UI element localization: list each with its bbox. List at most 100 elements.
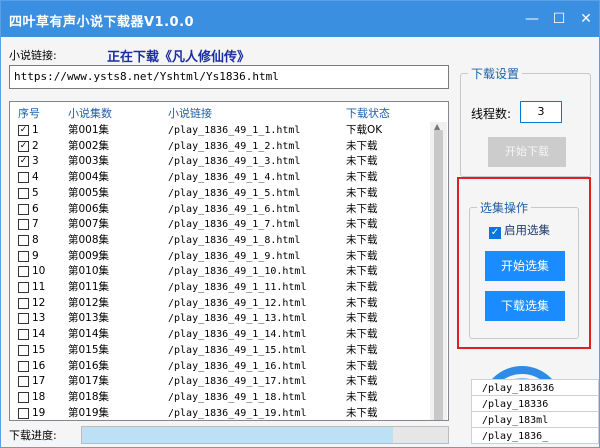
row-checkbox[interactable] [18,234,29,246]
table-row[interactable]: 16 第016集/play_1836_49_1_16.html 未下载 [10,359,430,374]
maximize-icon[interactable]: ☐ [545,5,573,33]
table-row[interactable]: 11 第011集/play_1836_49_1_11.html 未下载 [10,280,430,295]
row-link: /play_1836_49_1_2.html [168,140,301,152]
row-checkbox[interactable] [18,376,29,388]
row-episode: 第011集 [68,281,110,293]
row-link: /play_1836_49_1_18.html [168,391,307,403]
row-episode: 第014集 [68,328,110,341]
row-number: 10 [32,265,46,278]
url-input[interactable]: https://www.ysts8.net/Yshtml/Ys1836.html [9,65,449,89]
col-header-link[interactable]: 小说链接 [168,105,212,121]
progress-label: 下载进度: [9,429,57,442]
popup-list-item: /play_1836_ [471,427,599,444]
table-row[interactable]: 12 第012集/play_1836_49_1_12.html 未下载 [10,296,430,311]
table-row[interactable]: 18 第018集/play_1836_49_1_18.html 未下载 [10,390,430,405]
table-row[interactable]: ✓ 3 第003集/play_1836_49_1_3.html 未下载 [10,154,430,169]
row-checkbox[interactable] [18,172,29,184]
row-number: 17 [32,375,46,388]
link-label: 小说链接: [9,49,57,62]
table-row[interactable]: 15 第015集/play_1836_49_1_15.html 未下载 [10,343,430,358]
row-episode: 第002集 [68,139,110,152]
enable-selection-checkbox[interactable]: ✓ 启用选集 [489,222,550,239]
col-header-status[interactable]: 下载状态 [346,105,390,121]
table-row[interactable]: 10 第010集/play_1836_49_1_10.html 未下载 [10,264,430,279]
table-row[interactable]: 14 第014集/play_1836_49_1_14.html 未下载 [10,327,430,342]
row-status: 未下载 [346,233,378,246]
row-number: 8 [32,233,39,246]
download-select-button[interactable]: 下载选集 [485,291,565,321]
titlebar[interactable]: 四叶草有声小说下载器V1.0.0 — ☐ ✕ [1,1,599,37]
episode-table: 序号 小说集数 小说链接 下载状态 ✓ 1 第001集/play_1836_49_1… [9,101,449,421]
row-episode: 第015集 [68,343,110,356]
row-checkbox[interactable] [18,360,29,372]
row-checkbox[interactable] [18,266,29,278]
row-checkbox[interactable] [18,391,29,403]
start-download-button[interactable]: 开始下载 [488,137,566,167]
table-row[interactable]: ✓ 1 第001集/play_1836_49_1_1.html 下载OK [10,123,430,138]
row-number: 6 [32,202,39,215]
row-number: 14 [32,328,46,341]
table-row[interactable]: ✓ 2 第002集/play_1836_49_1_2.html 未下载 [10,139,430,154]
row-number: 2 [32,139,39,152]
col-header-no[interactable]: 序号 [18,105,40,121]
scroll-thumb[interactable] [434,130,443,420]
row-checkbox[interactable] [18,250,29,262]
row-episode: 第013集 [68,312,110,325]
row-link: /play_1836_49_1_15.html [168,344,307,356]
row-checkbox[interactable] [18,313,29,325]
start-select-button[interactable]: 开始选集 [485,251,565,281]
row-number: 5 [32,186,39,199]
row-checkbox[interactable] [18,344,29,356]
table-row[interactable]: 13 第013集/play_1836_49_1_13.html 未下载 [10,311,430,326]
vertical-scrollbar[interactable]: ▲ [430,122,447,420]
popup-list-item: /play_18336 [471,395,599,412]
row-number: 11 [32,281,46,293]
table-row[interactable]: 4 第004集/play_1836_49_1_4.html 未下载 [10,170,430,185]
table-row[interactable]: 6 第006集/play_1836_49_1_6.html 未下载 [10,202,430,217]
row-checkbox[interactable] [18,407,29,419]
minimize-icon[interactable]: — [518,5,546,33]
col-header-episode[interactable]: 小说集数 [68,105,112,121]
row-status: 未下载 [346,343,378,356]
table-row[interactable]: 19 第019集/play_1836_49_1_19.html 未下载 [10,406,430,420]
row-status: 未下载 [346,296,378,309]
row-episode: 第004集 [68,171,110,184]
row-status: 未下载 [346,139,378,152]
row-checkbox[interactable] [18,297,29,309]
progress-fill [82,427,394,443]
table-row[interactable]: 17 第017集/play_1836_49_1_17.html 未下载 [10,374,430,389]
thread-count-input[interactable]: 3 [520,101,562,123]
table-row[interactable]: 5 第005集/play_1836_49_1_5.html 未下载 [10,186,430,201]
row-checkbox[interactable]: ✓ [18,156,29,168]
row-status: 未下载 [346,312,378,325]
app-title: 四叶草有声小说下载器V1.0.0 [9,15,195,30]
row-number: 3 [32,155,39,168]
row-checkbox[interactable]: ✓ [18,125,29,136]
row-status: 未下载 [346,375,378,388]
row-checkbox[interactable] [18,203,29,215]
row-episode: 第012集 [68,296,110,309]
row-checkbox[interactable] [18,282,29,293]
table-row[interactable]: 7 第007集/play_1836_49_1_7.html 未下载 [10,217,430,232]
row-number: 1 [32,124,39,136]
row-link: /play_1836_49_1_16.html [168,360,307,372]
row-checkbox[interactable]: ✓ [18,140,29,152]
row-episode: 第005集 [68,186,110,199]
row-number: 15 [32,343,46,356]
row-link: /play_1836_49_1_19.html [168,407,307,419]
row-episode: 第017集 [68,375,110,388]
row-status: 未下载 [346,186,378,199]
row-status: 未下载 [346,155,378,168]
row-status: 下载OK [346,124,383,136]
table-row[interactable]: 9 第009集/play_1836_49_1_9.html 未下载 [10,249,430,264]
row-checkbox[interactable] [18,219,29,231]
row-status: 未下载 [346,281,378,293]
close-icon[interactable]: ✕ [572,5,600,33]
row-checkbox[interactable] [18,329,29,341]
table-row[interactable]: 8 第008集/play_1836_49_1_8.html 未下载 [10,233,430,248]
row-status: 未下载 [346,328,378,341]
row-checkbox[interactable] [18,187,29,199]
row-link: /play_1836_49_1_17.html [168,376,307,388]
row-link: /play_1836_49_1_14.html [168,329,307,341]
popup-list-item: /play_183ml [471,411,599,428]
